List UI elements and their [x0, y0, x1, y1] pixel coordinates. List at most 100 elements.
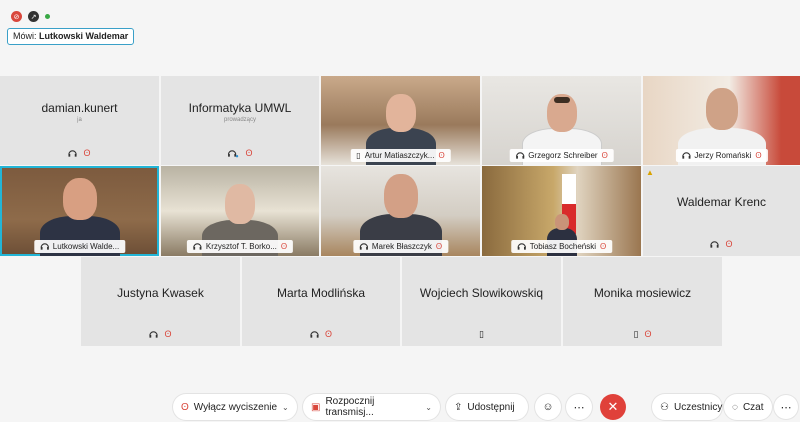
- tile-name: Informatyka UMWL: [188, 100, 292, 115]
- phone-icon: ▯: [479, 329, 484, 339]
- tile-label: Krzysztof T. Borko... ʘ: [186, 240, 294, 253]
- tile-name: Wojciech Slowikowskiq: [419, 285, 544, 300]
- headset-icon: [149, 331, 159, 338]
- tile-label: Lutkowski Walde...: [33, 240, 126, 253]
- mic-off-icon: ʘ: [725, 239, 733, 249]
- person-head: [385, 94, 416, 132]
- headset-multi-icon: [228, 150, 239, 158]
- more-icon: ⋯: [573, 401, 585, 414]
- unmute-label: Wyłącz wyciszenie: [193, 401, 278, 413]
- more-icon: ⋯: [780, 401, 792, 414]
- headset-icon: [310, 331, 319, 338]
- mic-off-icon: ʘ: [245, 148, 253, 158]
- person-head: [62, 178, 97, 220]
- mic-off-icon: ʘ: [280, 242, 288, 251]
- tile-marta-modlinska[interactable]: Marta Modlińska ʘ: [242, 257, 400, 346]
- tile-label: Marek Błaszczyk ʘ: [352, 240, 449, 253]
- tile-krzysztof-borkowski[interactable]: Krzysztof T. Borko... ʘ: [161, 166, 319, 256]
- tile-name: Marta Modlińska: [276, 285, 366, 300]
- mic-off-icon: ʘ: [600, 242, 607, 251]
- tile-grzegorz-schreiber[interactable]: Grzegorz Schreiber ʘ: [482, 76, 641, 165]
- tile-waldemar-krenc[interactable]: ▲ Waldemar Krenc ʘ: [643, 166, 800, 256]
- tile-tobiasz-bochenski[interactable]: Tobiasz Bocheński ʘ: [482, 166, 641, 256]
- leave-meeting-button[interactable]: ✕: [600, 394, 626, 420]
- active-speaker-badge: Mówi: Lutkowski Waldemar: [7, 28, 135, 45]
- tile-label: Jerzy Romański ʘ: [675, 149, 768, 162]
- participant-name: Krzysztof T. Borko...: [205, 242, 277, 251]
- tile-marek-blaszczyk[interactable]: Marek Błaszczyk ʘ: [321, 166, 480, 256]
- mic-off-icon: ʘ: [181, 401, 189, 413]
- person-head: [554, 214, 569, 230]
- tile-name: damian.kunert: [41, 100, 118, 115]
- participant-name: Tobiasz Bocheński: [529, 242, 597, 251]
- headset-icon: [515, 152, 524, 159]
- share-label: Udostępnij: [467, 401, 515, 413]
- reactions-button[interactable]: ☺: [535, 394, 561, 420]
- unmute-button[interactable]: ʘ Wyłącz wyciszenie ⌄: [173, 394, 297, 420]
- tile-name: Justyna Kwasek: [117, 285, 204, 300]
- tile-lutkowski-waldemar[interactable]: Lutkowski Walde...: [0, 166, 159, 256]
- share-icon: ⇪: [454, 401, 463, 413]
- chevron-down-icon[interactable]: ⌄: [282, 403, 289, 412]
- meeting-toolbar: ʘ Wyłącz wyciszenie ⌄ ▣ Rozpocznij trans…: [0, 392, 800, 422]
- mic-off-icon: ʘ: [324, 329, 332, 339]
- headset-icon: [710, 241, 720, 248]
- speaker-name: Lutkowski Waldemar: [39, 31, 129, 41]
- tile-monika-mosiewicz[interactable]: Monika mosiewicz ▯ ʘ: [563, 257, 722, 346]
- headset-icon: [359, 243, 368, 250]
- emoji-icon: ☺: [542, 401, 554, 413]
- window-controls: ⊘ ↗: [11, 11, 50, 22]
- participants-label: Uczestnicy: [673, 401, 723, 413]
- more-options-button[interactable]: ⋯: [566, 394, 592, 420]
- mic-off-icon: ʘ: [83, 148, 91, 158]
- toolbar-more-button[interactable]: ⋯: [774, 395, 798, 419]
- tile-role: prowadzący: [223, 116, 256, 123]
- start-broadcast-button[interactable]: ▣ Rozpocznij transmisj... ⌄: [303, 394, 440, 420]
- participants-icon: ⚇: [660, 401, 669, 413]
- tile-justyna-kwasek[interactable]: Justyna Kwasek ʘ: [81, 257, 240, 346]
- tile-wojciech-slowikowski[interactable]: Wojciech Slowikowskiq ▯: [402, 257, 561, 346]
- participant-name: Grzegorz Schreiber: [528, 151, 598, 160]
- mic-off-icon: ʘ: [644, 329, 652, 339]
- tile-label: ▯ Artur Matiaszczyk... ʘ: [350, 149, 451, 162]
- start-broadcast-label: Rozpocznij transmisj...: [325, 396, 375, 418]
- headset-icon: [40, 243, 49, 250]
- person-head: [225, 184, 255, 224]
- chat-button[interactable]: ◌ Czat: [724, 394, 772, 420]
- tile-damian-kunert[interactable]: damian.kunert ja ʘ: [0, 76, 159, 165]
- tile-label: Tobiasz Bocheński ʘ: [510, 240, 613, 253]
- share-button[interactable]: ⇪ Udostępnij: [446, 394, 528, 420]
- phone-icon: ▯: [633, 329, 639, 339]
- participant-name: Marek Błaszczyk: [371, 242, 432, 251]
- tile-jerzy-romanski[interactable]: Jerzy Romański ʘ: [643, 76, 800, 165]
- chat-icon: ◌: [732, 401, 738, 413]
- participant-name: Lutkowski Walde...: [52, 242, 120, 251]
- person-hair: [554, 97, 570, 103]
- tool-dot-icon[interactable]: ↗: [28, 11, 39, 22]
- person-head: [705, 88, 738, 130]
- tile-role: ja: [77, 116, 82, 123]
- mic-off-icon: ʘ: [755, 151, 762, 160]
- headset-icon: [517, 243, 526, 250]
- tile-name: Monika mosiewicz: [593, 285, 692, 300]
- headset-icon: [68, 150, 78, 157]
- participant-name: Jerzy Romański: [694, 151, 752, 160]
- participant-name: Artur Matiaszczyk...: [364, 151, 435, 160]
- headset-icon: [681, 152, 691, 159]
- video-off-icon: ▣: [311, 401, 321, 413]
- tile-artur-matiaszczyk[interactable]: ▯ Artur Matiaszczyk... ʘ: [321, 76, 480, 165]
- chat-label: Czat: [742, 401, 764, 413]
- mic-off-icon: ʘ: [435, 242, 443, 251]
- person-head: [383, 174, 418, 218]
- mic-off-icon: ʘ: [438, 151, 445, 160]
- headset-icon: [193, 243, 202, 250]
- speaker-prefix: Mówi:: [13, 31, 37, 41]
- tile-label: Grzegorz Schreiber ʘ: [509, 149, 614, 162]
- tile-name: Waldemar Krenc: [677, 195, 766, 209]
- participants-button[interactable]: ⚇ Uczestnicy: [652, 394, 722, 420]
- chevron-down-icon[interactable]: ⌄: [425, 403, 432, 412]
- mic-off-icon: ʘ: [164, 329, 172, 339]
- close-dot-icon[interactable]: ⊘: [11, 11, 22, 22]
- tile-informatyka-umwl[interactable]: Informatyka UMWL prowadzący ʘ: [161, 76, 319, 165]
- status-dot-icon: [45, 14, 50, 19]
